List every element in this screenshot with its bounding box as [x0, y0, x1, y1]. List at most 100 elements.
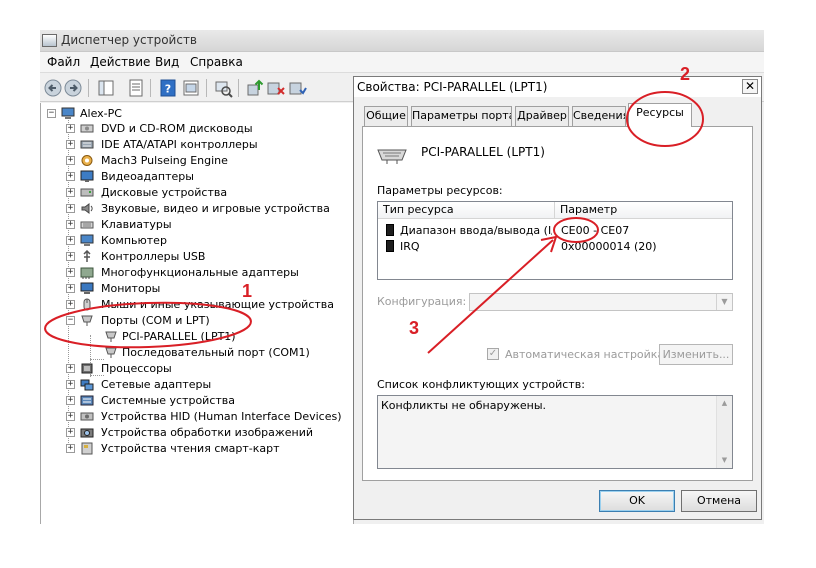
auto-setting-checkbox[interactable]: ✓ — [487, 348, 499, 360]
expand-icon[interactable]: + — [66, 428, 75, 437]
expand-icon[interactable]: + — [66, 396, 75, 405]
column-resource-type[interactable]: Тип ресурса — [378, 202, 555, 219]
collapse-icon[interactable]: − — [66, 316, 75, 325]
collapse-icon[interactable]: − — [47, 109, 56, 118]
system-devices-icon — [80, 395, 94, 406]
view-icon[interactable] — [181, 78, 201, 98]
resource-settings-table: Тип ресурса Параметр Диапазон ввода/выво… — [377, 201, 733, 280]
expand-icon[interactable]: + — [66, 444, 75, 453]
auto-setting-label: Автоматическая настройка — [505, 348, 665, 361]
computer-icon — [80, 234, 94, 246]
tree-item-label: Устройства чтения смарт-карт — [101, 442, 280, 455]
tab-details[interactable]: Сведения — [572, 106, 626, 126]
menu-help[interactable]: Справка — [190, 55, 243, 69]
tree-item-label: Контроллеры USB — [101, 250, 206, 263]
menu-view[interactable]: Вид — [155, 55, 179, 69]
toolbar-separator — [206, 79, 207, 97]
display-adapter-icon — [80, 170, 94, 182]
resource-value-io[interactable]: CE00 - CE07 — [561, 224, 629, 237]
processor-icon — [81, 363, 93, 374]
expand-icon[interactable]: + — [66, 172, 75, 181]
tree-item-label: Системные устройства — [101, 394, 235, 407]
resource-value-irq[interactable]: 0x00000014 (20) — [561, 240, 657, 253]
annotation-number-1: 1 — [242, 281, 253, 301]
expand-icon[interactable]: + — [66, 284, 75, 293]
tree-item-label: Мониторы — [101, 282, 161, 295]
device-manager-app-icon — [42, 34, 57, 47]
help-icon[interactable]: ? — [158, 78, 178, 98]
resource-type-irq[interactable]: IRQ — [400, 240, 420, 253]
tab-resources[interactable]: Ресурсы — [628, 103, 692, 127]
menu-file[interactable]: Файл — [47, 55, 80, 69]
keyboard-icon — [80, 221, 94, 229]
ok-button[interactable]: OK — [599, 490, 675, 512]
conflict-list: Конфликты не обнаружены. ▲ ▼ — [377, 395, 733, 469]
scroll-down-icon[interactable]: ▼ — [717, 453, 732, 468]
cancel-button[interactable]: Отмена — [681, 490, 757, 512]
tree-item-label: Дисковые устройства — [101, 186, 228, 199]
expand-icon[interactable]: + — [66, 124, 75, 133]
tree-guide — [90, 359, 104, 360]
scan-hardware-icon[interactable] — [213, 78, 233, 98]
toolbar-separator — [88, 79, 89, 97]
expand-icon[interactable]: + — [66, 412, 75, 421]
tree-item-label: Мыши и иные указывающие устройства — [101, 298, 335, 311]
expand-icon[interactable]: + — [66, 252, 75, 261]
menu-action[interactable]: Действие — [90, 55, 150, 69]
expand-icon[interactable]: + — [66, 364, 75, 373]
tab-driver[interactable]: Драйвер — [515, 106, 569, 126]
close-button[interactable]: ✕ — [742, 79, 758, 94]
annotation-number-2: 2 — [680, 64, 691, 84]
port-icon — [105, 347, 117, 358]
conflict-status-text: Конфликты не обнаружены. — [381, 399, 546, 412]
menu-bar: Файл Действие Вид Справка — [40, 52, 764, 73]
disable-device-icon[interactable] — [266, 78, 286, 98]
properties-icon[interactable] — [126, 78, 146, 98]
tab-port-settings[interactable]: Параметры порта — [411, 106, 512, 126]
tree-item-label: Многофункциональные адаптеры — [101, 266, 299, 279]
show-hide-console-tree-icon[interactable] — [96, 78, 116, 98]
scrollbar[interactable]: ▲ ▼ — [716, 396, 732, 468]
disk-drive-icon — [80, 188, 94, 197]
chevron-down-icon: ▼ — [716, 294, 732, 310]
multifunction-adapter-icon — [80, 267, 94, 279]
expand-icon[interactable]: + — [66, 268, 75, 277]
sound-icon — [81, 203, 93, 214]
usb-icon — [83, 250, 91, 262]
network-adapter-icon — [80, 379, 94, 391]
resource-chip-icon — [386, 240, 394, 252]
toolbar-separator — [238, 79, 239, 97]
tree-item-label: Устройства обработки изображений — [101, 426, 314, 439]
device-name: PCI-PARALLEL (LPT1) — [421, 145, 545, 159]
dvd-drive-icon — [80, 124, 94, 133]
dialog-title: Свойства: PCI-PARALLEL (LPT1) — [357, 80, 548, 94]
expand-icon[interactable]: + — [66, 220, 75, 229]
ide-controller-icon — [80, 140, 94, 149]
tab-general[interactable]: Общие — [364, 106, 408, 126]
uninstall-device-icon[interactable] — [287, 78, 307, 98]
expand-icon[interactable]: + — [66, 204, 75, 213]
expand-icon[interactable]: + — [66, 300, 75, 309]
port-icon — [81, 315, 93, 326]
smart-card-reader-icon — [81, 442, 93, 455]
resource-type-io[interactable]: Диапазон ввода/вывода (I/O) — [400, 224, 552, 237]
tree-item-label: Сетевые адаптеры — [101, 378, 212, 391]
scroll-up-icon[interactable]: ▲ — [717, 396, 732, 411]
toolbar-separator — [150, 79, 151, 97]
column-setting[interactable]: Параметр — [555, 202, 732, 219]
back-icon[interactable] — [43, 78, 63, 98]
update-driver-icon[interactable] — [245, 78, 265, 98]
change-setting-button[interactable]: Изменить... — [659, 344, 733, 365]
imaging-device-icon — [80, 428, 94, 438]
expand-icon[interactable]: + — [66, 236, 75, 245]
expand-icon[interactable]: + — [66, 188, 75, 197]
expand-icon[interactable]: + — [66, 140, 75, 149]
title-bar: Диспетчер устройств — [40, 30, 764, 52]
expand-icon[interactable]: + — [66, 156, 75, 165]
forward-icon[interactable] — [63, 78, 83, 98]
resource-settings-label: Параметры ресурсов: — [377, 184, 503, 197]
resource-chip-icon — [386, 224, 394, 236]
expand-icon[interactable]: + — [66, 380, 75, 389]
dialog-title-bar: Свойства: PCI-PARALLEL (LPT1) ✕ — [354, 77, 761, 97]
configuration-select[interactable]: ▼ — [469, 293, 733, 311]
